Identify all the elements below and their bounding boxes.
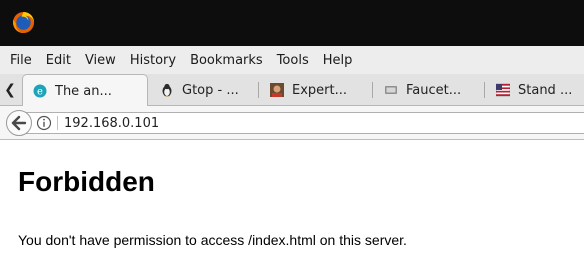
tab-label: Expert... — [292, 82, 347, 98]
menu-edit[interactable]: Edit — [46, 53, 71, 68]
menu-file[interactable]: File — [10, 53, 32, 68]
faucet-page-icon — [385, 86, 397, 94]
svg-text:e: e — [37, 87, 43, 98]
url-divider — [57, 116, 58, 130]
menu-help[interactable]: Help — [323, 53, 353, 68]
url-text[interactable]: 192.168.0.101 — [64, 116, 159, 131]
tab-separator — [372, 82, 373, 98]
tab-label: Gtop - ... — [182, 82, 239, 98]
tab-strip: ❮ e The an... Gtop - ... Expert... Fauce… — [0, 74, 584, 107]
window-titlebar — [0, 0, 584, 46]
tab-separator — [258, 82, 259, 98]
menu-tools[interactable]: Tools — [277, 53, 309, 68]
info-icon[interactable] — [36, 115, 52, 131]
menu-history[interactable]: History — [130, 53, 176, 68]
tab-label: Faucet... — [406, 82, 462, 98]
tab-faucet[interactable]: Faucet... — [374, 74, 482, 106]
error-message: You don't have permission to access /ind… — [18, 232, 407, 248]
tab-label: The an... — [55, 83, 112, 99]
cloudflare-e-icon: e — [33, 84, 47, 98]
menu-view[interactable]: View — [85, 53, 116, 68]
firefox-logo-icon — [12, 11, 35, 34]
tab-the-an[interactable]: e The an... — [22, 74, 148, 107]
us-flag-icon — [496, 83, 510, 97]
tab-stand[interactable]: Stand ... — [486, 74, 584, 106]
page-content: Forbidden You don't have permission to a… — [0, 140, 584, 259]
menu-bookmarks[interactable]: Bookmarks — [190, 53, 263, 68]
page-heading: Forbidden — [18, 166, 155, 197]
tab-expert[interactable]: Expert... — [260, 74, 370, 106]
tab-separator — [484, 82, 485, 98]
gtop-penguin-icon — [162, 83, 172, 97]
navigation-toolbar: 192.168.0.101 — [0, 106, 584, 140]
tab-scroll-left-button[interactable]: ❮ — [0, 74, 20, 105]
menu-bar: File Edit View History Bookmarks Tools H… — [0, 46, 584, 74]
back-button[interactable] — [6, 110, 32, 136]
url-bar[interactable]: 192.168.0.101 — [26, 112, 584, 134]
chevron-left-icon: ❮ — [4, 81, 16, 98]
expert-avatar-icon — [270, 83, 284, 97]
tab-gtop[interactable]: Gtop - ... — [150, 74, 258, 106]
arrow-left-icon — [11, 115, 27, 131]
tab-label: Stand ... — [518, 82, 573, 98]
